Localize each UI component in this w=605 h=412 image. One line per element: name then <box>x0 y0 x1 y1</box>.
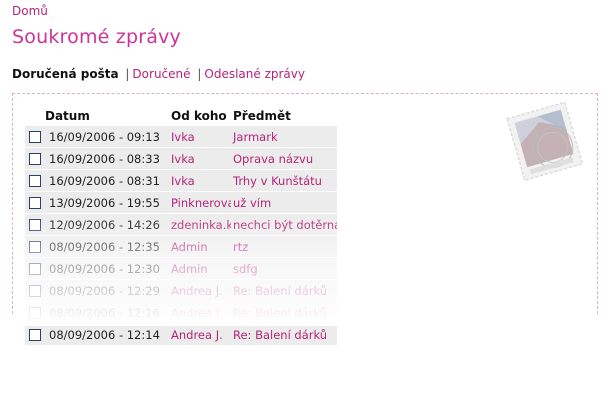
table-row[interactable]: 08/09/2006 - 12:30 Admin sdfg <box>25 257 337 280</box>
row-select-cell <box>25 147 47 170</box>
row-checkbox[interactable] <box>29 131 41 143</box>
nav-separator: | <box>197 67 202 81</box>
row-select-cell <box>25 279 47 302</box>
message-subject[interactable]: Re: Balení dárků <box>231 323 337 346</box>
message-subject[interactable]: Re: Balení dárků <box>231 279 337 302</box>
message-date: 13/09/2006 - 19:55 <box>47 191 169 214</box>
message-sender[interactable]: Ivka <box>169 147 231 170</box>
message-date: 08/09/2006 - 12:29 <box>47 279 169 302</box>
message-subject[interactable]: Re: Balení dárků <box>231 301 337 324</box>
row-checkbox[interactable] <box>29 153 41 165</box>
message-sender[interactable]: Andrea J. <box>169 279 231 302</box>
message-subject[interactable]: sdfg <box>231 257 337 280</box>
row-checkbox[interactable] <box>29 197 41 209</box>
table-row[interactable]: 08/09/2006 - 12:35 Admin rtz <box>25 235 337 258</box>
message-date: 08/09/2006 - 12:30 <box>47 257 169 280</box>
table-row[interactable]: 08/09/2006 - 12:16 Andrea J. Re: Balení … <box>25 301 337 324</box>
tab-sent[interactable]: Odeslané zprávy <box>204 67 305 81</box>
mail-navigation: Doručená pošta | Doručené | Odeslané zpráv… <box>12 67 305 81</box>
column-header-from[interactable]: Od koho <box>169 106 231 126</box>
column-header-subject[interactable]: Předmět <box>231 106 337 126</box>
row-checkbox[interactable] <box>29 285 41 297</box>
nav-separator: | <box>125 67 130 81</box>
message-sender[interactable]: Admin <box>169 257 231 280</box>
row-select-cell <box>25 257 47 280</box>
table-row[interactable]: 08/09/2006 - 12:29 Andrea J. Re: Balení … <box>25 279 337 302</box>
row-checkbox[interactable] <box>29 307 41 319</box>
row-select-cell <box>25 126 47 148</box>
table-row[interactable]: 16/09/2006 - 08:31 Ivka Trhy v Kunštátu <box>25 169 337 192</box>
message-sender[interactable]: Ivka <box>169 126 231 148</box>
table-row[interactable]: 16/09/2006 - 09:13 Ivka Jarmark <box>25 126 337 148</box>
message-sender[interactable]: Admin <box>169 235 231 258</box>
message-date: 08/09/2006 - 12:35 <box>47 235 169 258</box>
breadcrumb-home-link[interactable]: Domů <box>12 4 48 18</box>
table-row[interactable]: 12/09/2006 - 14:26 zdeninka.k nechci být… <box>25 213 337 236</box>
messages-panel: Datum Od koho Předmět 16/09/2006 - 09:13… <box>12 93 598 346</box>
breadcrumb: Domů <box>12 4 48 18</box>
message-date: 16/09/2006 - 08:31 <box>47 169 169 192</box>
message-subject[interactable]: rtz <box>231 235 337 258</box>
row-select-cell <box>25 235 47 258</box>
table-row[interactable]: 13/09/2006 - 19:55 Pinknerova už vím <box>25 191 337 214</box>
message-date: 08/09/2006 - 12:14 <box>47 323 169 346</box>
row-checkbox[interactable] <box>29 329 41 341</box>
row-select-cell <box>25 169 47 192</box>
row-select-cell <box>25 191 47 214</box>
row-select-cell <box>25 323 47 346</box>
message-date: 16/09/2006 - 09:13 <box>47 126 169 148</box>
row-select-cell <box>25 213 47 236</box>
row-checkbox[interactable] <box>29 241 41 253</box>
message-sender[interactable]: Ivka <box>169 169 231 192</box>
message-date: 12/09/2006 - 14:26 <box>47 213 169 236</box>
message-subject[interactable]: Trhy v Kunštátu <box>231 169 337 192</box>
table-row[interactable]: 08/09/2006 - 12:14 Andrea J. Re: Balení … <box>25 323 337 346</box>
tab-delivered[interactable]: Doručené <box>132 67 190 81</box>
table-header-row: Datum Od koho Předmět <box>25 106 337 126</box>
message-sender[interactable]: Andrea J. <box>169 301 231 324</box>
message-subject[interactable]: nechci být dotěrná <box>231 213 337 236</box>
row-checkbox[interactable] <box>29 219 41 231</box>
message-subject[interactable]: Oprava názvu <box>231 147 337 170</box>
message-subject[interactable]: Jarmark <box>231 126 337 148</box>
messages-table: Datum Od koho Předmět 16/09/2006 - 09:13… <box>25 106 337 346</box>
row-select-cell <box>25 301 47 324</box>
message-subject[interactable]: už vím <box>231 191 337 214</box>
page-title: Soukromé zprávy <box>12 26 181 48</box>
postage-stamp-icon <box>506 101 584 182</box>
message-date: 08/09/2006 - 12:16 <box>47 301 169 324</box>
row-checkbox[interactable] <box>29 263 41 275</box>
message-sender[interactable]: Pinknerova <box>169 191 231 214</box>
message-sender[interactable]: Andrea J. <box>169 323 231 346</box>
row-checkbox[interactable] <box>29 175 41 187</box>
message-sender[interactable]: zdeninka.k <box>169 213 231 236</box>
tab-inbox[interactable]: Doručená pošta <box>12 67 119 81</box>
table-row[interactable]: 16/09/2006 - 08:33 Ivka Oprava názvu <box>25 147 337 170</box>
column-header-date[interactable]: Datum <box>25 106 169 126</box>
message-date: 16/09/2006 - 08:33 <box>47 147 169 170</box>
